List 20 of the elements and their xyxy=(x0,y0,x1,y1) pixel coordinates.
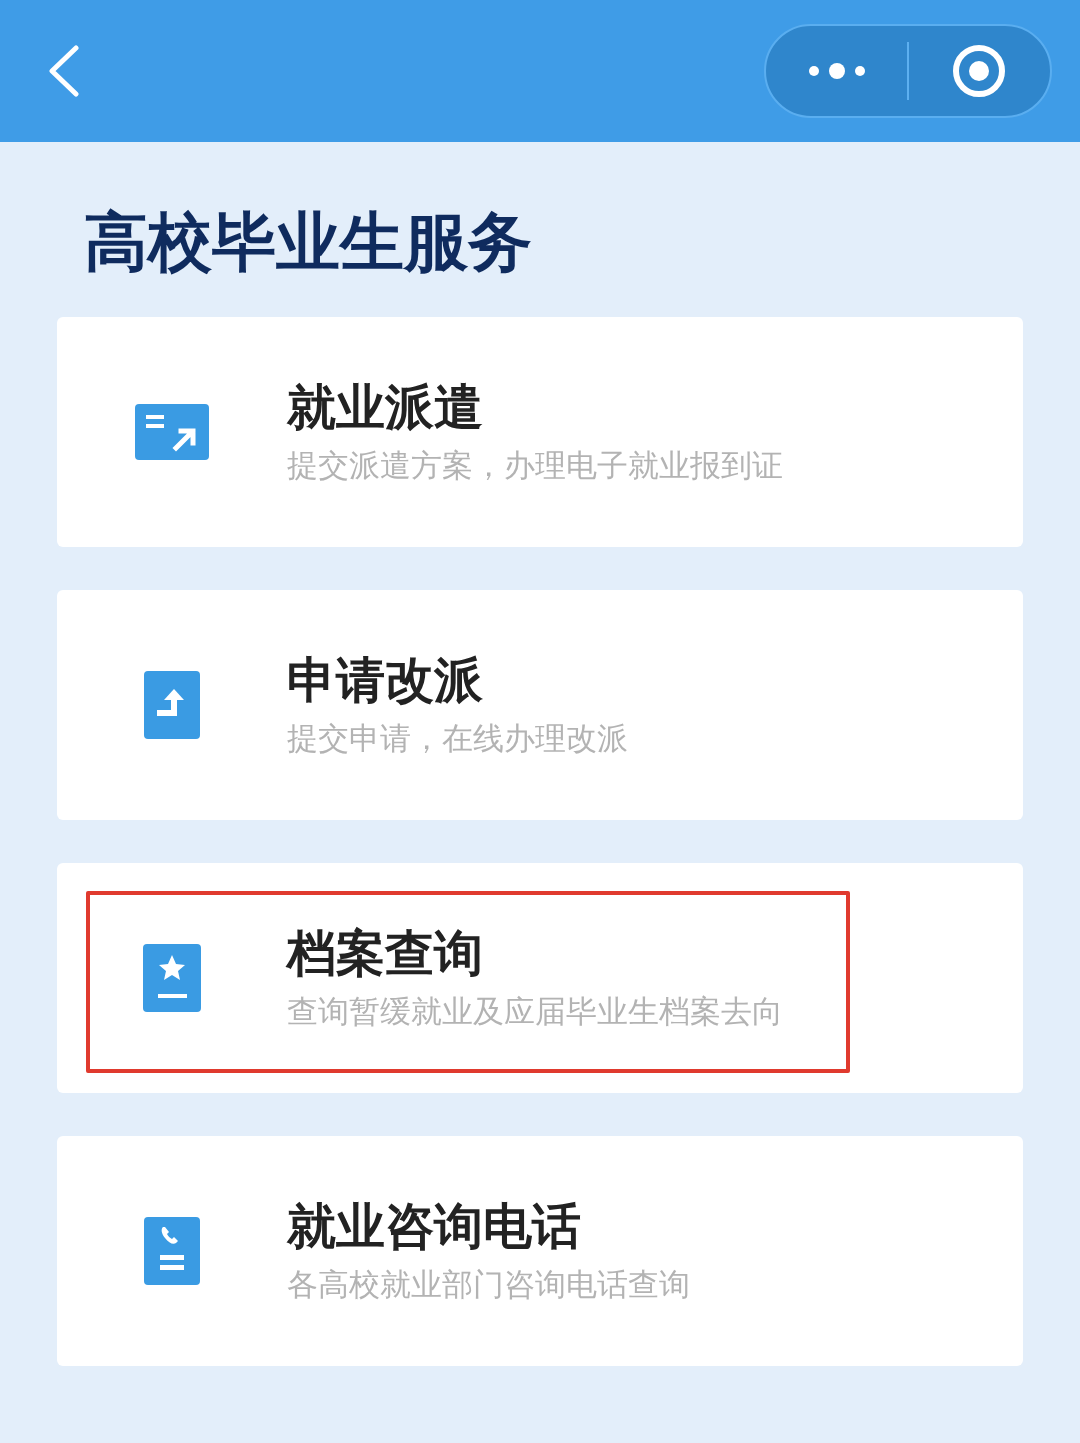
service-card[interactable]: 就业派遣 提交派遣方案，办理电子就业报到证 xyxy=(57,316,1023,547)
service-title: 申请改派 xyxy=(287,652,484,711)
arrow-card-icon xyxy=(135,403,209,460)
service-description: 各高校就业部门咨询电话查询 xyxy=(287,1264,690,1304)
service-description: 提交派遣方案，办理电子就业报到证 xyxy=(287,445,783,485)
phone-document-icon xyxy=(144,1216,200,1285)
back-icon xyxy=(46,45,80,97)
service-description: 提交申请，在线办理改派 xyxy=(287,718,628,758)
star-document-icon xyxy=(143,943,201,1012)
service-title: 档案查询 xyxy=(287,925,484,984)
service-title: 就业派遣 xyxy=(287,379,484,438)
page-title: 高校毕业生服务 xyxy=(84,204,533,281)
service-card[interactable]: 申请改派 提交申请，在线办理改派 xyxy=(57,589,1023,820)
service-description: 查询暂缓就业及应届毕业生档案去向 xyxy=(287,991,783,1031)
service-title: 就业咨询电话 xyxy=(287,1198,582,1257)
service-card[interactable]: 就业咨询电话 各高校就业部门咨询电话查询 xyxy=(57,1135,1023,1366)
back-button[interactable] xyxy=(46,45,80,97)
service-card[interactable]: 档案查询 查询暂缓就业及应届毕业生档案去向 xyxy=(57,862,1023,1093)
target-icon xyxy=(952,44,1007,98)
more-icon xyxy=(807,62,866,80)
